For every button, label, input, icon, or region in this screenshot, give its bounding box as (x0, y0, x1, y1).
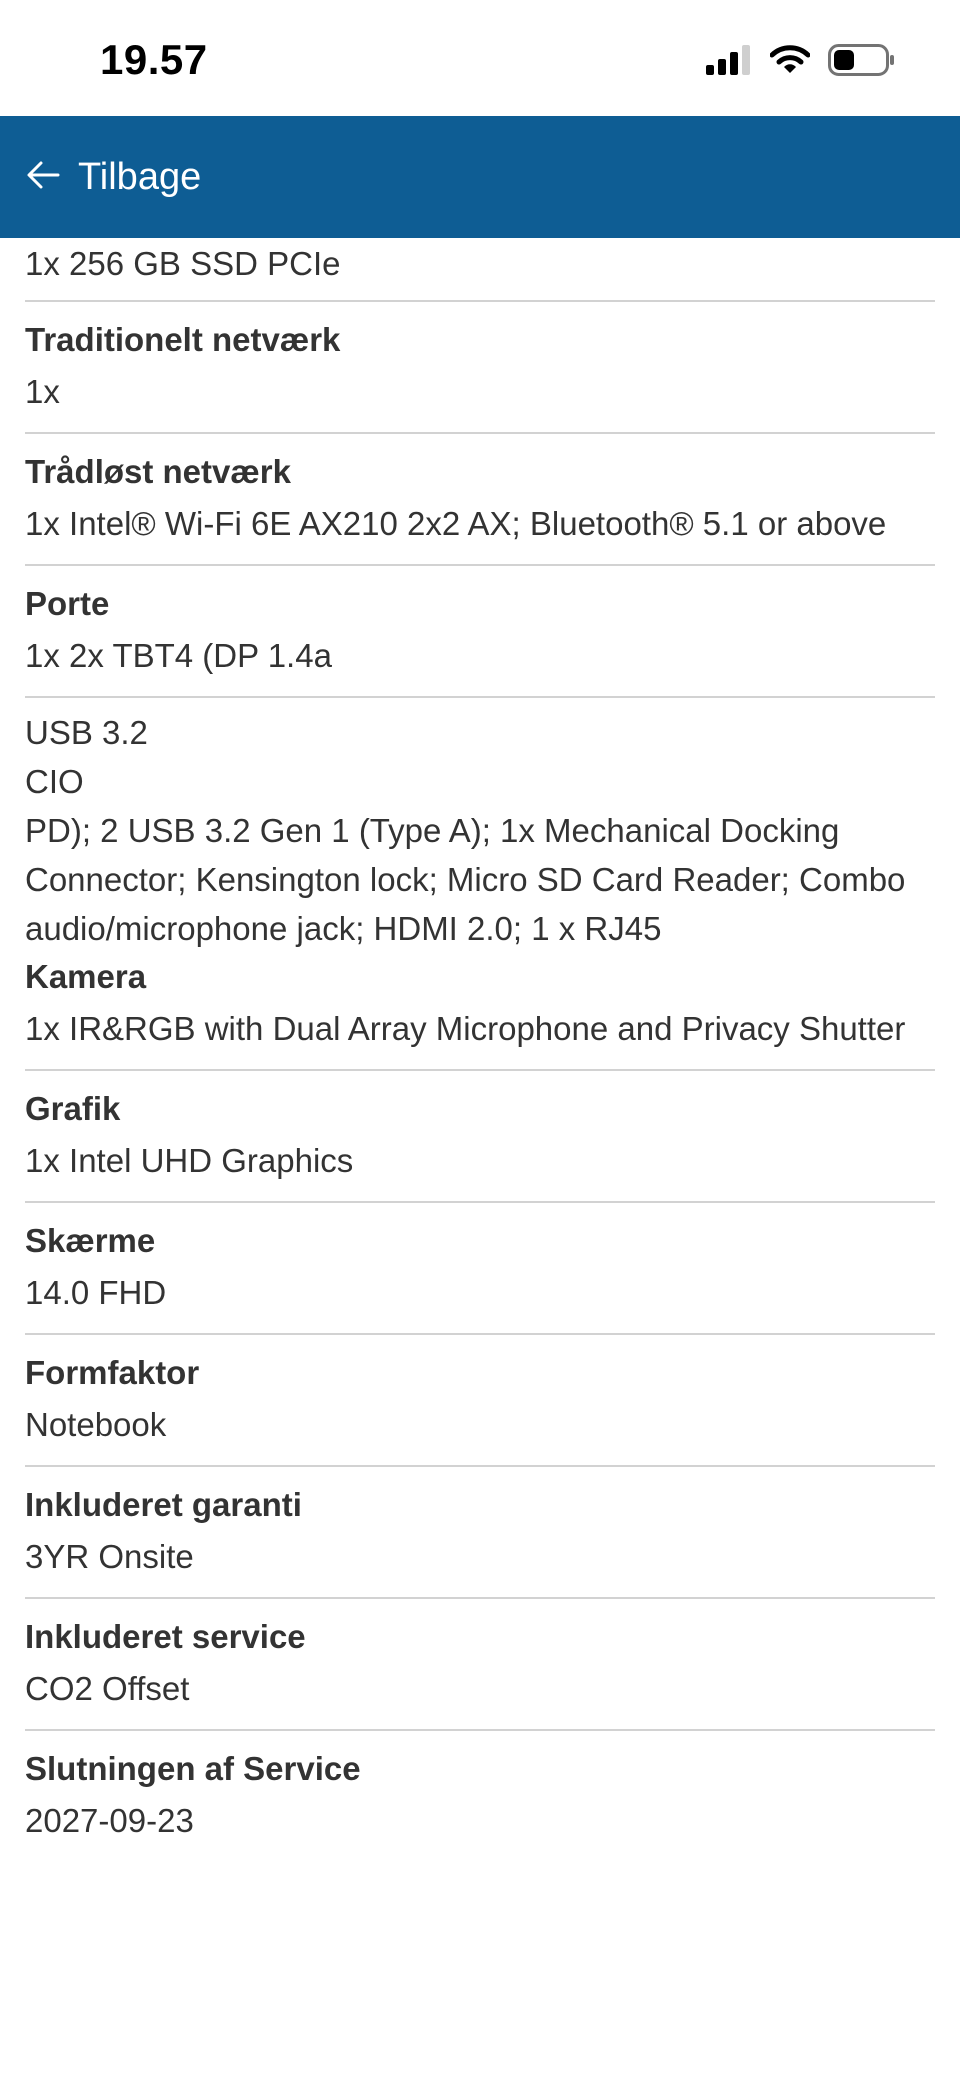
spec-row-camera: Kamera 1x IR&RGB with Dual Array Microph… (0, 953, 960, 1069)
spec-row-screen: Skærme 14.0 FHD (0, 1203, 960, 1333)
ports-line: USB 3.2 (25, 714, 148, 751)
battery-icon (828, 44, 896, 81)
cellular-signal-icon (706, 45, 752, 80)
spec-row-form-factor: Formfaktor Notebook (0, 1335, 960, 1465)
arrow-left-icon (26, 160, 60, 195)
spec-row-traditional-network: Traditionelt netværk 1x (0, 302, 960, 432)
spec-value: Notebook (25, 1406, 167, 1443)
status-icons (706, 44, 896, 81)
spec-label: Porte (25, 585, 110, 622)
spec-value: 1x 2x TBT4 (DP 1.4a (25, 637, 332, 674)
spec-value: 3YR Onsite (25, 1538, 194, 1575)
status-time: 19.57 (100, 36, 208, 83)
spec-label: Trådløst netværk (25, 453, 291, 490)
spec-label: Formfaktor (25, 1354, 200, 1391)
spec-label: Slutningen af Service (25, 1750, 361, 1787)
spec-row-wireless-network: Trådløst netværk 1x Intel® Wi-Fi 6E AX21… (0, 434, 960, 564)
ports-line: CIO (25, 763, 84, 800)
spec-value: 1x (25, 373, 60, 410)
spec-value: 2027-09-23 (25, 1802, 194, 1839)
spec-row-service: Inkluderet service CO2 Offset (0, 1599, 960, 1729)
storage-value: 1x 256 GB SSD PCIe (25, 245, 341, 282)
spec-row-ports: Porte 1x 2x TBT4 (DP 1.4a (0, 566, 960, 696)
app-header: Tilbage (0, 116, 960, 238)
spec-label: Traditionelt netværk (25, 321, 341, 358)
spec-value: 14.0 FHD (25, 1274, 167, 1311)
spec-list[interactable]: 1x 256 GB SSD PCIe Traditionelt netværk … (0, 238, 960, 1861)
spec-value: 1x Intel® Wi-Fi 6E AX210 2x2 AX; Bluetoo… (25, 505, 887, 542)
wifi-icon (769, 45, 811, 80)
ports-continuation: USB 3.2 CIO PD); 2 USB 3.2 Gen 1 (Type A… (0, 698, 960, 953)
spec-value: 1x Intel UHD Graphics (25, 1142, 354, 1179)
ports-line: PD); 2 USB 3.2 Gen 1 (Type A); 1x Mechan… (25, 812, 906, 947)
spec-value: CO2 Offset (25, 1670, 190, 1707)
back-label: Tilbage (78, 155, 202, 198)
spec-label: Inkluderet garanti (25, 1486, 302, 1523)
spec-value: 1x IR&RGB with Dual Array Microphone and… (25, 1010, 906, 1047)
spec-label: Grafik (25, 1090, 121, 1127)
back-button[interactable]: Tilbage (26, 156, 201, 199)
spec-label: Inkluderet service (25, 1618, 306, 1655)
spec-label: Kamera (25, 958, 147, 995)
status-bar: 19.57 (0, 0, 960, 116)
spec-row-warranty: Inkluderet garanti 3YR Onsite (0, 1467, 960, 1597)
spec-row-graphics: Grafik 1x Intel UHD Graphics (0, 1071, 960, 1201)
spec-label: Skærme (25, 1222, 156, 1259)
spec-row-end-of-service: Slutningen af Service 2027-09-23 (0, 1731, 960, 1861)
